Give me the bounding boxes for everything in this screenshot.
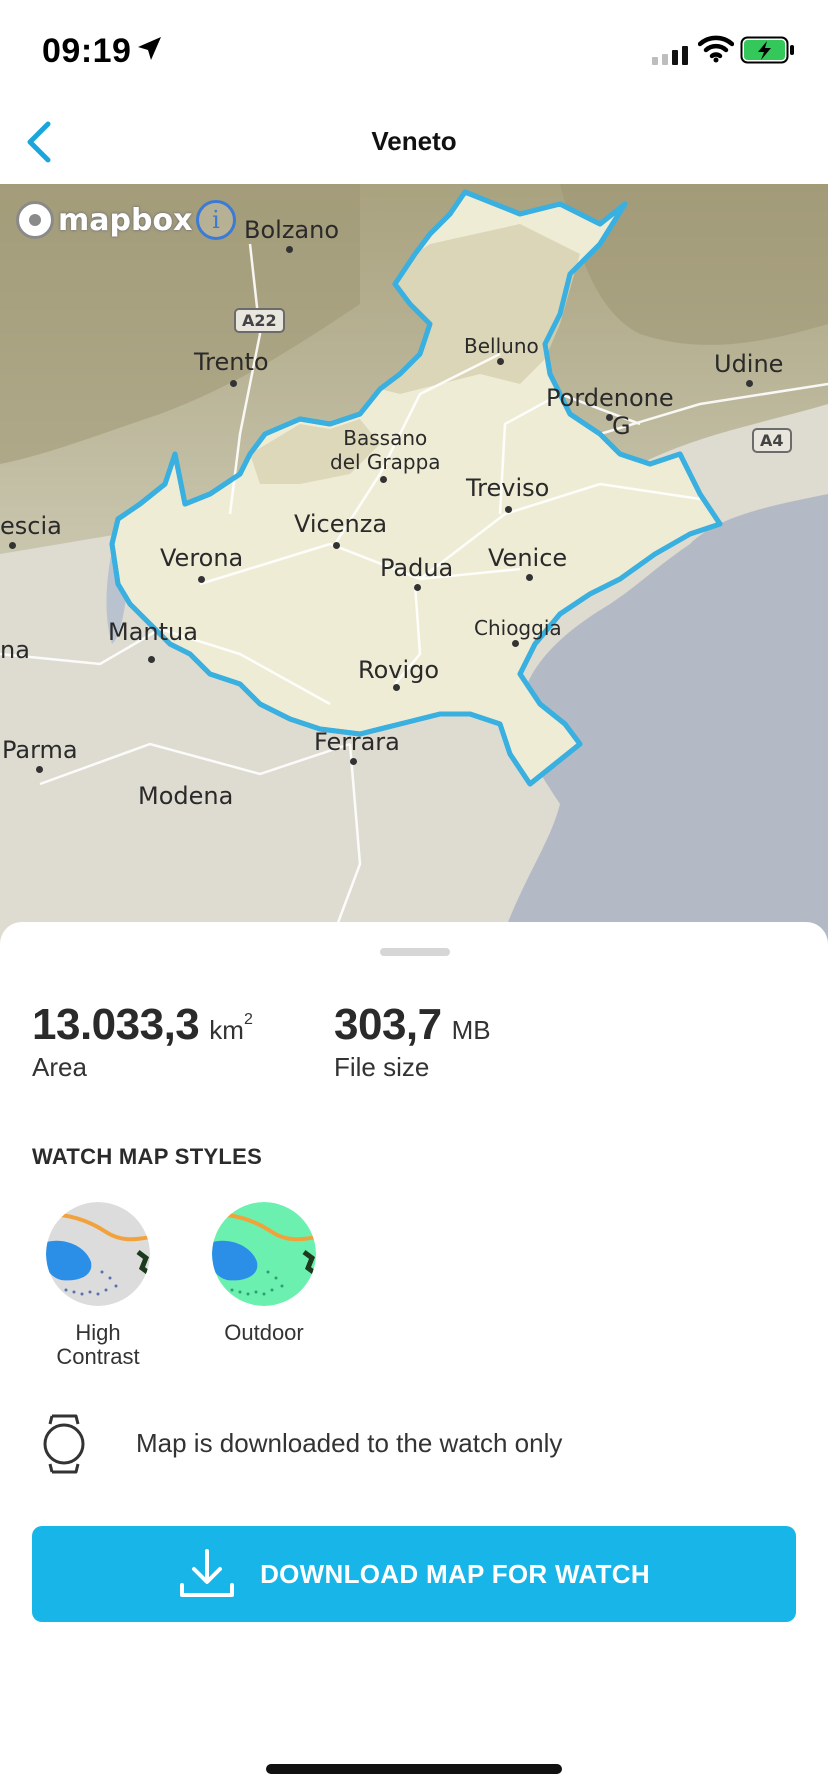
map-label-mantua: Mantua [108, 618, 198, 646]
map-label-bassano: Bassano del Grappa [330, 426, 441, 474]
location-arrow-icon [138, 37, 161, 60]
city-dot [497, 358, 504, 365]
watch-icon [43, 1414, 85, 1474]
outdoor-style-thumbnail [212, 1202, 316, 1306]
home-indicator[interactable] [266, 1764, 562, 1774]
map-label-rovigo: Rovigo [358, 656, 440, 684]
nav-bar: Veneto [0, 100, 828, 184]
download-map-label: DOWNLOAD MAP FOR WATCH [260, 1558, 650, 1589]
road-badge-a22: A22 [234, 308, 285, 333]
mapbox-mark-icon [16, 201, 54, 239]
area-stat: 13.033,3 km2 Area [32, 1000, 253, 1083]
city-dot [512, 640, 519, 647]
city-dot [606, 414, 613, 421]
watch-only-notice: Map is downloaded to the watch only [0, 1408, 828, 1478]
city-dot [393, 684, 400, 691]
file-size-value: 303,7 [334, 1000, 442, 1049]
city-dot [9, 542, 16, 549]
map-label-vicenza: Vicenza [294, 510, 388, 538]
style-option-outdoor[interactable]: Outdoor [189, 1202, 339, 1345]
map-label-ferrara: Ferrara [314, 728, 400, 756]
map-label-pordenone: Pordenone [546, 384, 674, 412]
region-map[interactable]: Bolzano A22 Trento Belluno Udine G Porde… [0, 184, 828, 944]
map-label-belluno: Belluno [464, 334, 539, 358]
map-label-partial-right: G [612, 412, 631, 440]
file-size-label: File size [334, 1052, 430, 1082]
status-time: 09:19 [42, 32, 132, 70]
status-bar: 09:19 [0, 0, 828, 100]
page-title: Veneto [371, 126, 457, 156]
map-label-verona: Verona [160, 544, 244, 572]
road-badge-a4: A4 [752, 428, 792, 453]
watch-map-styles-heading: WATCH MAP STYLES [32, 1144, 263, 1169]
city-dot [148, 656, 155, 663]
signal-icon [652, 46, 688, 65]
map-label-partial-left: na [0, 636, 30, 664]
area-unit: km2 [209, 1011, 253, 1045]
details-sheet: 13.033,3 km2 Area 303,7 MB File size WAT… [0, 922, 828, 1792]
download-icon [180, 1549, 235, 1597]
wifi-icon [698, 35, 734, 63]
watch-only-text: Map is downloaded to the watch only [136, 1428, 563, 1458]
map-label-brescia-partial: escia [0, 512, 62, 540]
map-label-padua: Padua [380, 554, 454, 582]
city-dot [36, 766, 43, 773]
city-dot [746, 380, 753, 387]
mapbox-wordmark: mapbox [58, 202, 193, 238]
map-label-udine: Udine [714, 350, 784, 378]
city-dot [198, 576, 205, 583]
city-dot [414, 584, 421, 591]
battery-charging-icon [740, 36, 794, 64]
city-dot [380, 476, 387, 483]
file-size-unit: MB [451, 1015, 491, 1045]
map-label-modena: Modena [138, 782, 234, 810]
city-dot [526, 574, 533, 581]
city-dot [230, 380, 237, 387]
download-map-button[interactable]: DOWNLOAD MAP FOR WATCH [32, 1526, 796, 1622]
map-label-chioggia: Chioggia [474, 616, 562, 640]
city-dot [350, 758, 357, 765]
area-value: 13.033,3 [32, 1000, 200, 1049]
area-label: Area [32, 1052, 87, 1082]
map-label-bolzano: Bolzano [244, 216, 340, 244]
map-label-treviso: Treviso [466, 474, 550, 502]
city-dot [505, 506, 512, 513]
style-label-outdoor: Outdoor [224, 1320, 304, 1345]
style-option-high-contrast[interactable]: High Contrast [23, 1202, 173, 1369]
info-icon[interactable]: i [196, 200, 236, 240]
city-dot [286, 246, 293, 253]
map-label-venice: Venice [488, 544, 568, 572]
city-dot [333, 542, 340, 549]
map-label-trento: Trento [194, 348, 269, 376]
high-contrast-style-thumbnail [46, 1202, 150, 1306]
map-label-parma: Parma [2, 736, 78, 764]
style-label-high-contrast: High Contrast [56, 1320, 140, 1369]
sheet-drag-handle[interactable] [380, 948, 450, 956]
mapbox-logo: mapbox [16, 200, 192, 240]
file-size-stat: 303,7 MB File size [334, 1000, 491, 1083]
